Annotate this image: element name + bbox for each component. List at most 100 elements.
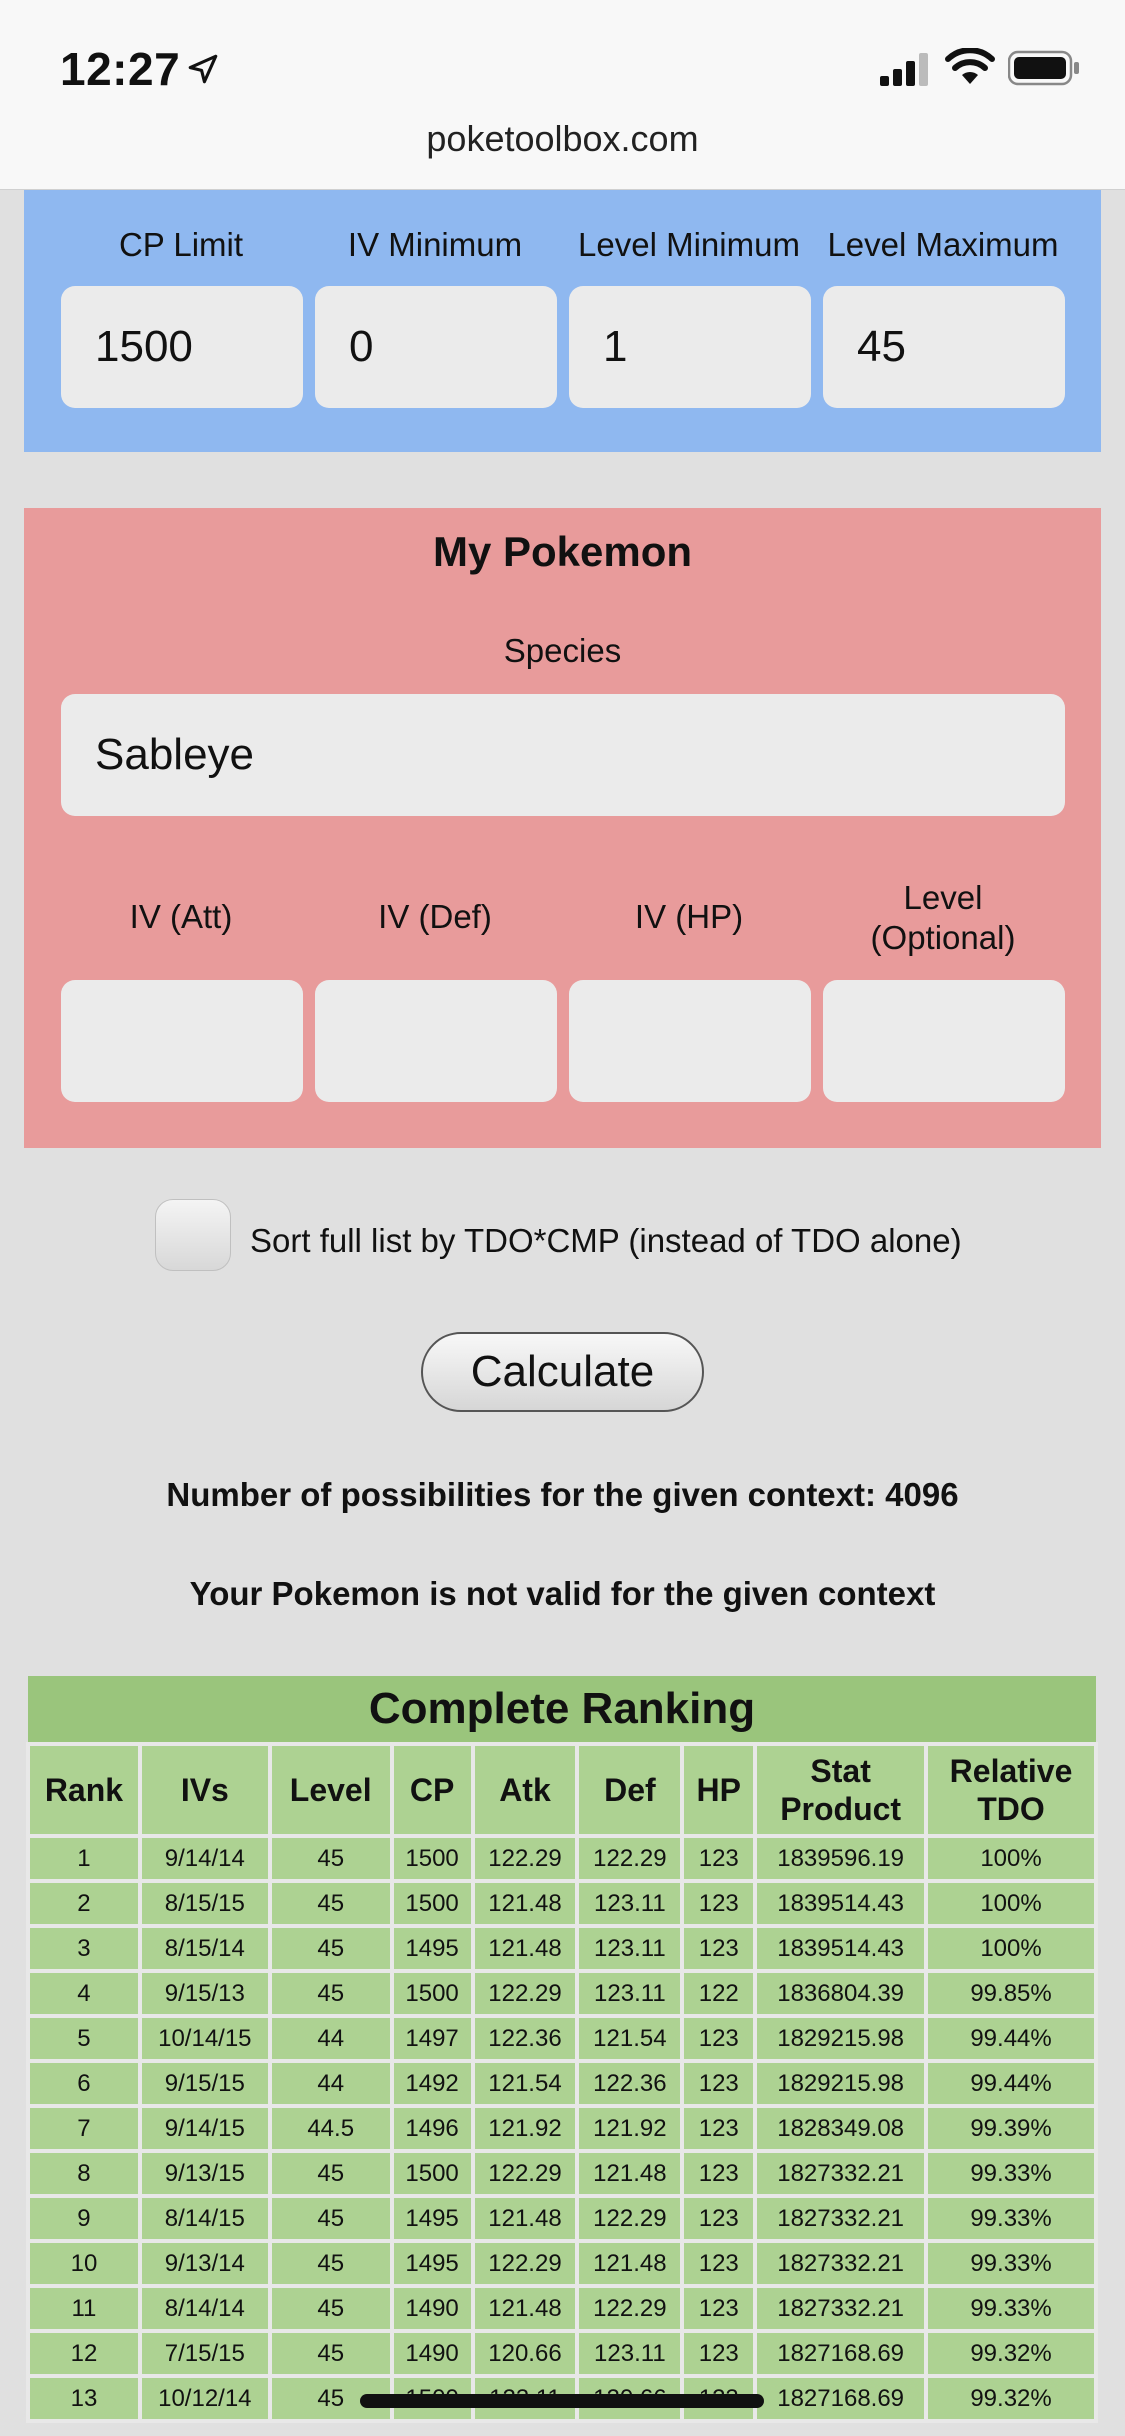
col-header-atk[interactable]: Atk xyxy=(474,1746,576,1834)
table-cell: 1492 xyxy=(393,2063,471,2104)
table-cell: 9 xyxy=(30,2198,138,2239)
table-cell: 1828349.08 xyxy=(757,2108,925,2149)
iv-minimum-input[interactable]: 0 xyxy=(315,286,557,408)
table-row: 6 9/15/15 44 1492 121.54 122.36 123 1829215.98 9… xyxy=(30,2063,1094,2104)
table-cell: 10 xyxy=(30,2243,138,2284)
table-cell: 45 xyxy=(271,1928,390,1969)
col-header-level[interactable]: Level xyxy=(271,1746,390,1834)
sort-by-tdo-cmp-checkbox[interactable] xyxy=(155,1199,231,1271)
table-cell: 122.36 xyxy=(474,2018,576,2059)
col-header-hp[interactable]: HP xyxy=(684,1746,754,1834)
table-cell: 1827332.21 xyxy=(757,2153,925,2194)
table-cell: 9/15/15 xyxy=(141,2063,268,2104)
table-cell: 1 xyxy=(30,1838,138,1879)
table-cell: 3 xyxy=(30,1928,138,1969)
table-cell: 99.85% xyxy=(928,1973,1094,2014)
table-cell: 1495 xyxy=(393,2198,471,2239)
table-row: 8 9/13/15 45 1500 122.29 121.48 123 1827332.21 9… xyxy=(30,2153,1094,2194)
table-cell: 121.48 xyxy=(474,2288,576,2329)
table-row: 5 10/14/15 44 1497 122.36 121.54 123 1829215.98… xyxy=(30,2018,1094,2059)
table-cell: 45 xyxy=(271,2243,390,2284)
table-cell: 121.54 xyxy=(474,2063,576,2104)
table-cell: 99.32% xyxy=(928,2333,1094,2374)
table-cell: 122.29 xyxy=(579,1838,681,1879)
table-cell: 99.33% xyxy=(928,2198,1094,2239)
iv-minimum-label: IV Minimum xyxy=(347,226,523,263)
table-cell: 99.33% xyxy=(928,2153,1094,2194)
table-cell: 8/15/15 xyxy=(141,1883,268,1924)
ranking-table: Rank IVs Level CP Atk Def HP Stat Produc… xyxy=(26,1742,1098,2423)
table-cell: 123 xyxy=(684,2018,754,2059)
url-bar[interactable]: poketoolbox.com xyxy=(0,118,1125,160)
my-pokemon-title: My Pokemon xyxy=(432,528,693,575)
table-cell: 8/14/14 xyxy=(141,2288,268,2329)
possibilities-count-text: Number of possibilities for the given co… xyxy=(166,1476,959,1513)
table-cell: 99.44% xyxy=(928,2063,1094,2104)
table-cell: 8 xyxy=(30,2153,138,2194)
table-cell: 122.29 xyxy=(474,1838,576,1879)
table-cell: 122.29 xyxy=(474,1973,576,2014)
calculate-button[interactable]: Calculate xyxy=(421,1332,704,1412)
col-header-relative-tdo[interactable]: Relative TDO xyxy=(928,1746,1094,1834)
table-cell: 122.36 xyxy=(579,2063,681,2104)
table-row: 12 7/15/15 45 1490 120.66 123.11 123 1827168.69… xyxy=(30,2333,1094,2374)
context-panel: CP Limit IV Minimum Level Minimum Level … xyxy=(24,190,1101,452)
table-cell: 1827332.21 xyxy=(757,2243,925,2284)
col-header-stat-product[interactable]: Stat Product xyxy=(757,1746,925,1834)
species-input[interactable]: Sableye xyxy=(61,694,1065,816)
table-row: 3 8/15/14 45 1495 121.48 123.11 123 1839514.43 1… xyxy=(30,1928,1094,1969)
table-cell: 99.33% xyxy=(928,2243,1094,2284)
table-cell: 1500 xyxy=(393,1838,471,1879)
table-cell: 1827168.69 xyxy=(757,2333,925,2374)
browser-header: 12:27 poketoolbox.com xyxy=(0,0,1125,190)
iv-def-input[interactable] xyxy=(315,980,557,1102)
table-cell: 44 xyxy=(271,2018,390,2059)
level-optional-label: Level (Optional) xyxy=(870,879,1016,956)
table-cell: 2 xyxy=(30,1883,138,1924)
table-cell: 122.29 xyxy=(474,2243,576,2284)
table-cell: 9/13/15 xyxy=(141,2153,268,2194)
col-header-def[interactable]: Def xyxy=(579,1746,681,1834)
level-minimum-input[interactable]: 1 xyxy=(569,286,811,408)
table-row: 2 8/15/15 45 1500 121.48 123.11 123 1839514.43 1… xyxy=(30,1883,1094,1924)
table-row: 10 9/13/14 45 1495 122.29 121.48 123 1827332.21… xyxy=(30,2243,1094,2284)
table-cell: 45 xyxy=(271,2333,390,2374)
table-cell: 12 xyxy=(30,2333,138,2374)
table-cell: 123.11 xyxy=(579,1928,681,1969)
home-indicator xyxy=(360,2394,764,2408)
table-cell: 9/14/15 xyxy=(141,2108,268,2149)
col-header-rank[interactable]: Rank xyxy=(30,1746,138,1834)
table-cell: 6 xyxy=(30,2063,138,2104)
iv-att-input[interactable] xyxy=(61,980,303,1102)
table-cell: 122.29 xyxy=(579,2288,681,2329)
battery-icon xyxy=(1008,50,1079,86)
iv-hp-input[interactable] xyxy=(569,980,811,1102)
col-header-cp[interactable]: CP xyxy=(393,1746,471,1834)
level-maximum-input[interactable]: 45 xyxy=(823,286,1065,408)
sort-option-label: Sort full list by TDO*CMP (instead of TD… xyxy=(250,1222,962,1259)
table-cell: 121.48 xyxy=(474,2198,576,2239)
table-cell: 1827168.69 xyxy=(757,2378,925,2419)
iv-def-label: IV (Def) xyxy=(378,898,492,935)
table-cell: 121.92 xyxy=(579,2108,681,2149)
level-optional-input[interactable] xyxy=(823,980,1065,1102)
table-cell: 99.32% xyxy=(928,2378,1094,2419)
table-cell: 123 xyxy=(684,2108,754,2149)
table-cell: 1827332.21 xyxy=(757,2198,925,2239)
table-cell: 123 xyxy=(684,1838,754,1879)
cp-limit-label: CP Limit xyxy=(118,226,244,263)
cp-limit-input[interactable]: 1500 xyxy=(61,286,303,408)
table-cell: 122.29 xyxy=(579,2198,681,2239)
table-cell: 44 xyxy=(271,2063,390,2104)
table-cell: 99.44% xyxy=(928,2018,1094,2059)
table-cell: 122.29 xyxy=(474,2153,576,2194)
table-cell: 10/14/15 xyxy=(141,2018,268,2059)
table-cell: 9/13/14 xyxy=(141,2243,268,2284)
col-header-ivs[interactable]: IVs xyxy=(141,1746,268,1834)
table-cell: 1500 xyxy=(393,1883,471,1924)
table-cell: 123.11 xyxy=(579,2333,681,2374)
species-label: Species xyxy=(503,632,622,669)
table-cell: 120.66 xyxy=(474,2333,576,2374)
table-row: 9 8/14/15 45 1495 121.48 122.29 123 1827332.21 9… xyxy=(30,2198,1094,2239)
table-cell: 121.48 xyxy=(579,2153,681,2194)
